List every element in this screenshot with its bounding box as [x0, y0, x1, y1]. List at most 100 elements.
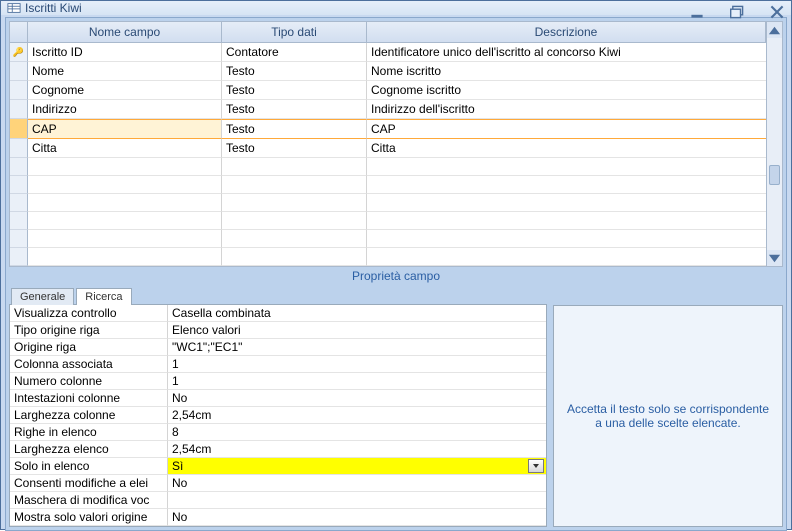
- property-value[interactable]: No: [168, 390, 546, 407]
- field-name-cell[interactable]: Iscritto ID: [28, 43, 222, 62]
- minimize-button[interactable]: [687, 3, 707, 21]
- property-row[interactable]: Tipo origine rigaElenco valori: [10, 322, 546, 339]
- field-row[interactable]: 🔑Iscritto IDContatoreIdentificatore unic…: [10, 43, 766, 62]
- field-row[interactable]: IndirizzoTestoIndirizzo dell'iscritto: [10, 100, 766, 119]
- field-name-cell[interactable]: Indirizzo: [28, 100, 222, 119]
- row-selector[interactable]: [10, 230, 28, 248]
- property-value[interactable]: Elenco valori: [168, 322, 546, 339]
- field-name-cell[interactable]: [28, 212, 222, 230]
- field-desc-cell[interactable]: Cognome iscritto: [367, 81, 766, 100]
- property-value[interactable]: [168, 492, 546, 509]
- row-selector[interactable]: [10, 248, 28, 266]
- row-selector[interactable]: 🔑: [10, 43, 28, 62]
- property-value[interactable]: No: [168, 475, 546, 492]
- close-button[interactable]: [767, 3, 787, 21]
- scroll-thumb[interactable]: [769, 165, 780, 185]
- rowheader-corner[interactable]: [10, 22, 28, 43]
- row-selector[interactable]: [10, 62, 28, 81]
- field-type-cell[interactable]: [222, 158, 367, 176]
- tab-general[interactable]: Generale: [11, 288, 74, 305]
- tab-lookup[interactable]: Ricerca: [76, 288, 131, 305]
- property-row[interactable]: Larghezza colonne2,54cm: [10, 407, 546, 424]
- field-grid[interactable]: Nome campo Tipo dati Descrizione 🔑Iscrit…: [9, 21, 767, 267]
- dropdown-button[interactable]: [528, 459, 544, 473]
- field-desc-cell[interactable]: [367, 158, 766, 176]
- field-row[interactable]: CognomeTestoCognome iscritto: [10, 81, 766, 100]
- property-row[interactable]: Consenti modifiche a eleiNo: [10, 475, 546, 492]
- field-row-blank[interactable]: [10, 194, 766, 212]
- row-selector[interactable]: [10, 119, 28, 139]
- field-desc-cell[interactable]: [367, 230, 766, 248]
- col-header-name[interactable]: Nome campo: [28, 22, 222, 43]
- field-row-blank[interactable]: [10, 230, 766, 248]
- scroll-track[interactable]: [767, 38, 782, 250]
- col-header-desc[interactable]: Descrizione: [367, 22, 766, 43]
- field-name-cell[interactable]: [28, 230, 222, 248]
- scroll-up-button[interactable]: [767, 22, 782, 38]
- col-header-type[interactable]: Tipo dati: [222, 22, 367, 43]
- field-desc-cell[interactable]: Indirizzo dell'iscritto: [367, 100, 766, 119]
- field-type-cell[interactable]: [222, 194, 367, 212]
- property-value[interactable]: Casella combinata: [168, 305, 546, 322]
- row-selector[interactable]: [10, 158, 28, 176]
- field-type-cell[interactable]: Testo: [222, 100, 367, 119]
- field-name-cell[interactable]: Cognome: [28, 81, 222, 100]
- field-desc-cell[interactable]: Nome iscritto: [367, 62, 766, 81]
- scroll-down-button[interactable]: [767, 250, 782, 266]
- row-selector[interactable]: [10, 194, 28, 212]
- property-row[interactable]: Origine riga"WC1";"EC1": [10, 339, 546, 356]
- property-row[interactable]: Numero colonne1: [10, 373, 546, 390]
- field-row[interactable]: NomeTestoNome iscritto: [10, 62, 766, 81]
- field-name-cell[interactable]: [28, 248, 222, 266]
- field-name-cell[interactable]: [28, 194, 222, 212]
- row-selector[interactable]: [10, 81, 28, 100]
- field-row-blank[interactable]: [10, 248, 766, 266]
- property-row[interactable]: Colonna associata1: [10, 356, 546, 373]
- property-row[interactable]: Visualizza controlloCasella combinata: [10, 305, 546, 322]
- field-desc-cell[interactable]: [367, 248, 766, 266]
- field-type-cell[interactable]: [222, 248, 367, 266]
- row-selector[interactable]: [10, 139, 28, 158]
- property-value[interactable]: 1: [168, 373, 546, 390]
- field-name-cell[interactable]: Citta: [28, 139, 222, 158]
- field-row-blank[interactable]: [10, 176, 766, 194]
- field-row[interactable]: CittaTestoCitta: [10, 139, 766, 158]
- field-row[interactable]: CAPTestoCAP: [10, 119, 766, 139]
- field-desc-cell[interactable]: [367, 176, 766, 194]
- field-type-cell[interactable]: Testo: [222, 81, 367, 100]
- field-name-cell[interactable]: Nome: [28, 62, 222, 81]
- property-row[interactable]: Righe in elenco8: [10, 424, 546, 441]
- property-value[interactable]: 8: [168, 424, 546, 441]
- field-type-cell[interactable]: Testo: [222, 119, 367, 139]
- row-selector[interactable]: [10, 100, 28, 119]
- field-type-cell[interactable]: [222, 176, 367, 194]
- property-value[interactable]: 1: [168, 356, 546, 373]
- field-row-blank[interactable]: [10, 158, 766, 176]
- property-value[interactable]: 2,54cm: [168, 441, 546, 458]
- property-row[interactable]: Solo in elencoSì: [10, 458, 546, 475]
- field-name-cell[interactable]: [28, 176, 222, 194]
- property-value[interactable]: Sì: [168, 458, 546, 475]
- field-type-cell[interactable]: [222, 212, 367, 230]
- property-row[interactable]: Mostra solo valori origineNo: [10, 509, 546, 526]
- field-desc-cell[interactable]: [367, 194, 766, 212]
- property-row[interactable]: Intestazioni colonneNo: [10, 390, 546, 407]
- field-type-cell[interactable]: [222, 230, 367, 248]
- property-value[interactable]: "WC1";"EC1": [168, 339, 546, 356]
- field-desc-cell[interactable]: Identificatore unico dell'iscritto al co…: [367, 43, 766, 62]
- field-desc-cell[interactable]: [367, 212, 766, 230]
- field-type-cell[interactable]: Testo: [222, 139, 367, 158]
- property-value[interactable]: No: [168, 509, 546, 526]
- property-value[interactable]: 2,54cm: [168, 407, 546, 424]
- property-row[interactable]: Larghezza elenco2,54cm: [10, 441, 546, 458]
- field-name-cell[interactable]: CAP: [28, 119, 222, 139]
- field-type-cell[interactable]: Contatore: [222, 43, 367, 62]
- field-type-cell[interactable]: Testo: [222, 62, 367, 81]
- field-name-cell[interactable]: [28, 158, 222, 176]
- grid-scrollbar[interactable]: [767, 21, 783, 267]
- row-selector[interactable]: [10, 212, 28, 230]
- restore-button[interactable]: [727, 3, 747, 21]
- field-row-blank[interactable]: [10, 212, 766, 230]
- property-row[interactable]: Maschera di modifica voc: [10, 492, 546, 509]
- field-desc-cell[interactable]: Citta: [367, 139, 766, 158]
